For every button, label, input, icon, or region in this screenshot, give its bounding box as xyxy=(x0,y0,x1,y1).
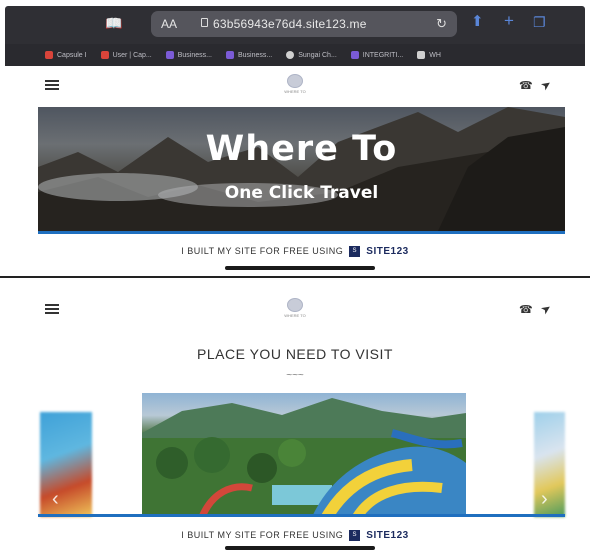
site123-brand: SITE123 xyxy=(366,245,409,257)
tab-item[interactable]: Business... xyxy=(220,46,278,64)
hamburger-icon[interactable] xyxy=(45,304,59,314)
hero-title: Where To xyxy=(205,129,398,169)
share-icon[interactable]: ⬆ xyxy=(471,14,484,29)
hero-subtitle: One Click Travel xyxy=(224,183,379,203)
site-logo[interactable]: WHERE TO xyxy=(283,74,307,96)
places-page: WHERE TO ☎ ➤ PLACE YOU NEED TO VISIT ~~~… xyxy=(5,290,585,554)
tabs-icon[interactable]: ❐ xyxy=(533,15,546,29)
tab-bar: Capsule I User | Cap... Business... Busi… xyxy=(5,44,585,66)
screenshot-divider xyxy=(0,276,590,288)
site-header: WHERE TO ☎ ➤ xyxy=(5,290,585,330)
section-separator: ~~~ xyxy=(286,370,304,381)
tab-item[interactable]: Sungai Ch... xyxy=(280,46,343,64)
tab-favicon-icon xyxy=(417,51,426,59)
home-indicator[interactable] xyxy=(225,546,375,550)
url-text[interactable]: 63b56943e76d4.site123.me xyxy=(213,17,367,31)
tab-label: Sungai Ch... xyxy=(298,51,337,59)
site-logo[interactable]: WHERE TO xyxy=(283,298,307,320)
slide-current-image[interactable] xyxy=(142,393,466,517)
location-arrow-icon[interactable]: ➤ xyxy=(538,300,554,317)
tab-item[interactable]: INTEGRITI... xyxy=(345,46,409,64)
tab-label: User | Cap... xyxy=(112,51,152,59)
site123-footer[interactable]: I BUILT MY SITE FOR FREE USING S SITE123 xyxy=(5,238,585,264)
site123-footer[interactable]: I BUILT MY SITE FOR FREE USING S SITE123 xyxy=(5,522,585,548)
logo-text: WHERE TO xyxy=(284,89,306,94)
tab-item[interactable]: User | Cap... xyxy=(95,46,158,64)
tab-item[interactable]: Capsule I xyxy=(39,46,93,64)
tab-favicon-icon xyxy=(165,51,174,59)
waterpark-illustration xyxy=(142,398,466,517)
logo-text: WHERE TO xyxy=(284,313,306,318)
tab-favicon-icon xyxy=(286,51,295,59)
address-bar[interactable]: AA 63b56943e76d4.site123.me ↻ xyxy=(151,11,457,37)
plus-icon[interactable]: + xyxy=(504,12,514,29)
location-arrow-icon[interactable]: ➤ xyxy=(538,76,554,93)
section-title: PLACE YOU NEED TO VISIT xyxy=(197,346,393,362)
tab-label: WH xyxy=(429,51,441,59)
slide-previous[interactable] xyxy=(40,412,92,517)
hero-accent-strip xyxy=(38,231,565,234)
site123-logo-icon: S xyxy=(349,245,361,257)
hero-page: WHERE TO ☎ ➤ Where To One Click Travel I… xyxy=(5,66,585,274)
book-icon[interactable]: 📖 xyxy=(105,16,122,30)
hamburger-icon[interactable] xyxy=(45,80,59,90)
home-indicator[interactable] xyxy=(225,266,375,270)
tab-item[interactable]: WH xyxy=(411,46,447,64)
mountain-illustration xyxy=(38,107,565,231)
site123-logo-icon: S xyxy=(349,529,361,541)
phone-icon[interactable]: ☎ xyxy=(519,303,533,316)
reload-icon[interactable]: ↻ xyxy=(436,16,447,32)
footer-text: I BUILT MY SITE FOR FREE USING xyxy=(181,530,344,540)
chevron-right-icon[interactable]: › xyxy=(541,488,548,511)
footer-text: I BUILT MY SITE FOR FREE USING xyxy=(181,246,344,256)
tab-label: INTEGRITI... xyxy=(362,51,404,59)
address-row: 📖 AA 63b56943e76d4.site123.me ↻ ⬆ + ❐ xyxy=(5,6,585,42)
tab-item[interactable]: Business... xyxy=(160,46,218,64)
site-header: WHERE TO ☎ ➤ xyxy=(5,66,585,106)
tab-label: Business... xyxy=(177,51,212,59)
tab-favicon-icon xyxy=(350,51,359,59)
site123-brand: SITE123 xyxy=(366,529,409,541)
globe-icon xyxy=(287,74,303,88)
hero-banner: Where To One Click Travel xyxy=(38,107,565,231)
lock-icon xyxy=(201,18,208,27)
globe-icon xyxy=(287,298,303,312)
slide-next[interactable] xyxy=(534,412,565,517)
phone-icon[interactable]: ☎ xyxy=(519,79,533,92)
tab-label: Capsule I xyxy=(57,51,87,59)
tab-favicon-icon xyxy=(45,51,53,59)
text-size-button[interactable]: AA xyxy=(161,17,177,31)
tab-favicon-icon xyxy=(226,51,234,59)
tab-favicon-icon xyxy=(100,51,109,59)
tab-label: Business... xyxy=(238,51,273,59)
slider-accent-strip xyxy=(38,514,565,517)
browser-chrome: 📖 AA 63b56943e76d4.site123.me ↻ ⬆ + ❐ Ca… xyxy=(5,6,585,66)
chevron-left-icon[interactable]: ‹ xyxy=(52,488,59,511)
